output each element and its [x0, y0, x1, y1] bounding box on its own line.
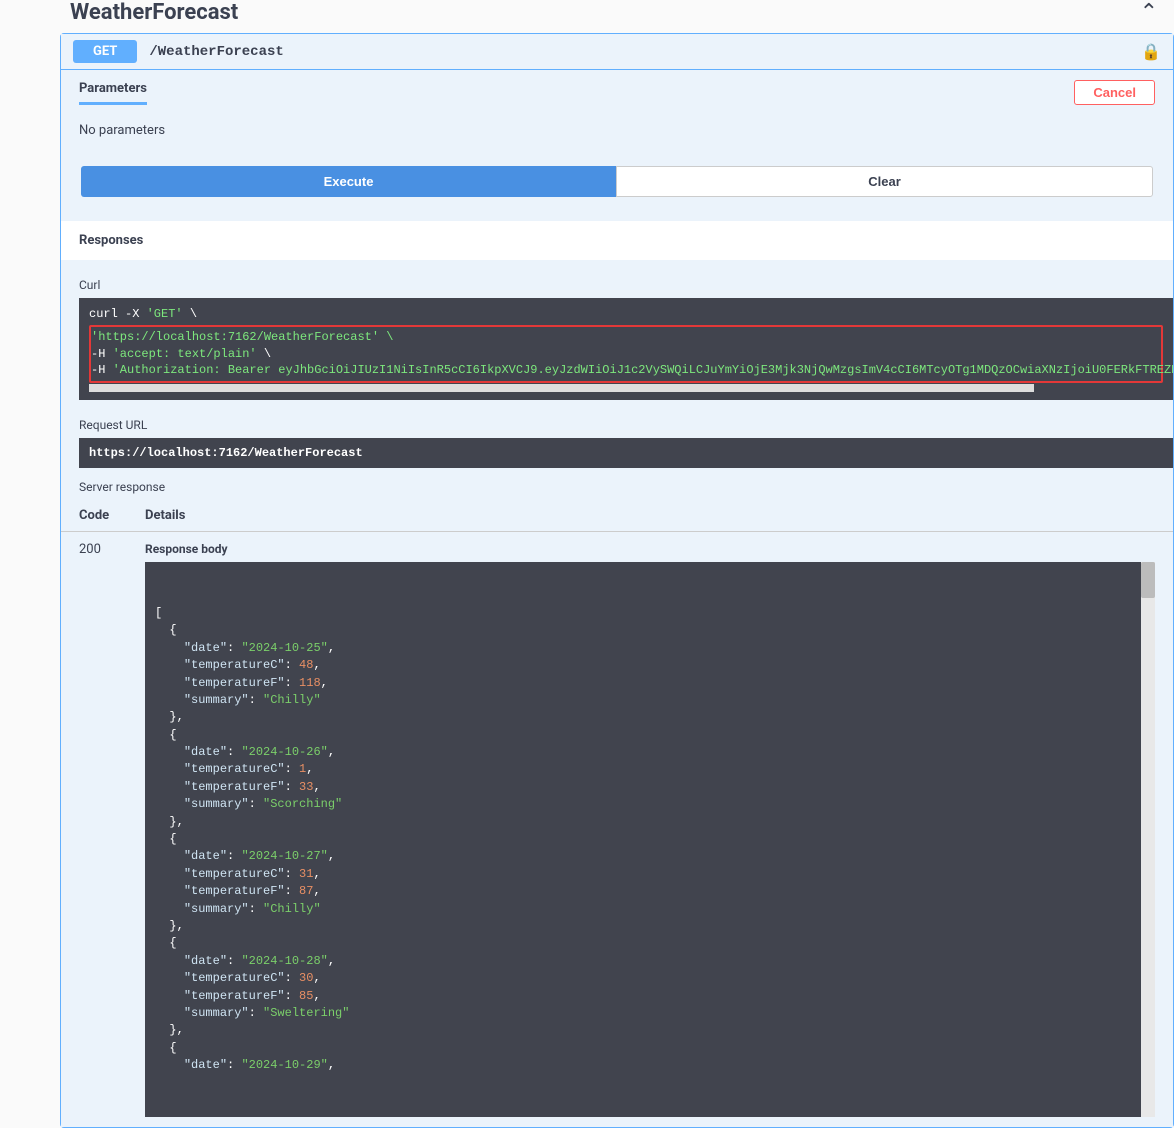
- vertical-scrollbar[interactable]: [1141, 562, 1155, 1117]
- parameters-title: Parameters: [79, 81, 147, 105]
- response-body-label: Response body: [145, 542, 1155, 556]
- request-url-block[interactable]: https://localhost:7162/WeatherForecast: [79, 438, 1173, 468]
- curl-highlight-box: 'https://localhost:7162/WeatherForecast'…: [89, 325, 1163, 383]
- responses-section-title: Responses: [61, 221, 1173, 260]
- operation-block: GET /WeatherForecast 🔒 Parameters Cancel…: [60, 33, 1174, 1128]
- execute-button[interactable]: Execute: [81, 166, 616, 197]
- scrollbar-thumb[interactable]: [1141, 562, 1155, 598]
- curl-text: 'GET': [147, 307, 183, 321]
- operation-summary[interactable]: GET /WeatherForecast 🔒: [61, 34, 1173, 70]
- response-details: Response body [ { "date": "2024-10-25", …: [145, 542, 1155, 1117]
- status-code: 200: [79, 542, 145, 557]
- http-method-badge: GET: [73, 40, 137, 63]
- section-header: WeatherForecast ⌃: [0, 0, 1174, 33]
- cancel-button[interactable]: Cancel: [1074, 80, 1155, 105]
- response-table-header: Code Details: [61, 500, 1173, 532]
- action-row: Execute Clear: [61, 158, 1173, 221]
- no-parameters-text: No parameters: [61, 111, 1173, 158]
- section-title: WeatherForecast: [70, 0, 238, 25]
- server-response-label: Server response: [61, 468, 1173, 500]
- operation-body: Parameters Cancel No parameters Execute …: [61, 70, 1173, 1127]
- details-column-header: Details: [145, 508, 1155, 523]
- horizontal-scrollbar[interactable]: [89, 384, 1034, 392]
- endpoint-path: /WeatherForecast: [149, 44, 1141, 60]
- curl-text: \: [183, 307, 197, 321]
- curl-text: curl -X: [89, 307, 147, 321]
- parameters-header: Parameters Cancel: [61, 70, 1173, 111]
- curl-text: -H: [91, 363, 113, 377]
- request-url-label: Request URL: [61, 400, 1173, 438]
- collapse-icon[interactable]: ⌃: [1140, 0, 1158, 25]
- response-body-block[interactable]: [ { "date": "2024-10-25", "temperatureC"…: [145, 562, 1155, 1117]
- curl-text: 'https://localhost:7162/WeatherForecast'…: [91, 330, 393, 344]
- curl-text: \: [257, 347, 271, 361]
- curl-text: -H: [91, 347, 113, 361]
- clear-button[interactable]: Clear: [616, 166, 1153, 197]
- curl-label: Curl: [61, 260, 1173, 298]
- curl-text: 'accept: text/plain': [113, 347, 257, 361]
- curl-code-block[interactable]: curl -X 'GET' \ 'https://localhost:7162/…: [79, 298, 1173, 400]
- lock-icon[interactable]: 🔒: [1141, 42, 1161, 61]
- code-column-header: Code: [79, 508, 145, 523]
- curl-text: 'Authorization: Bearer eyJhbGciOiJIUzI1N…: [113, 363, 1173, 377]
- response-row: 200 Response body [ { "date": "2024-10-2…: [61, 532, 1173, 1127]
